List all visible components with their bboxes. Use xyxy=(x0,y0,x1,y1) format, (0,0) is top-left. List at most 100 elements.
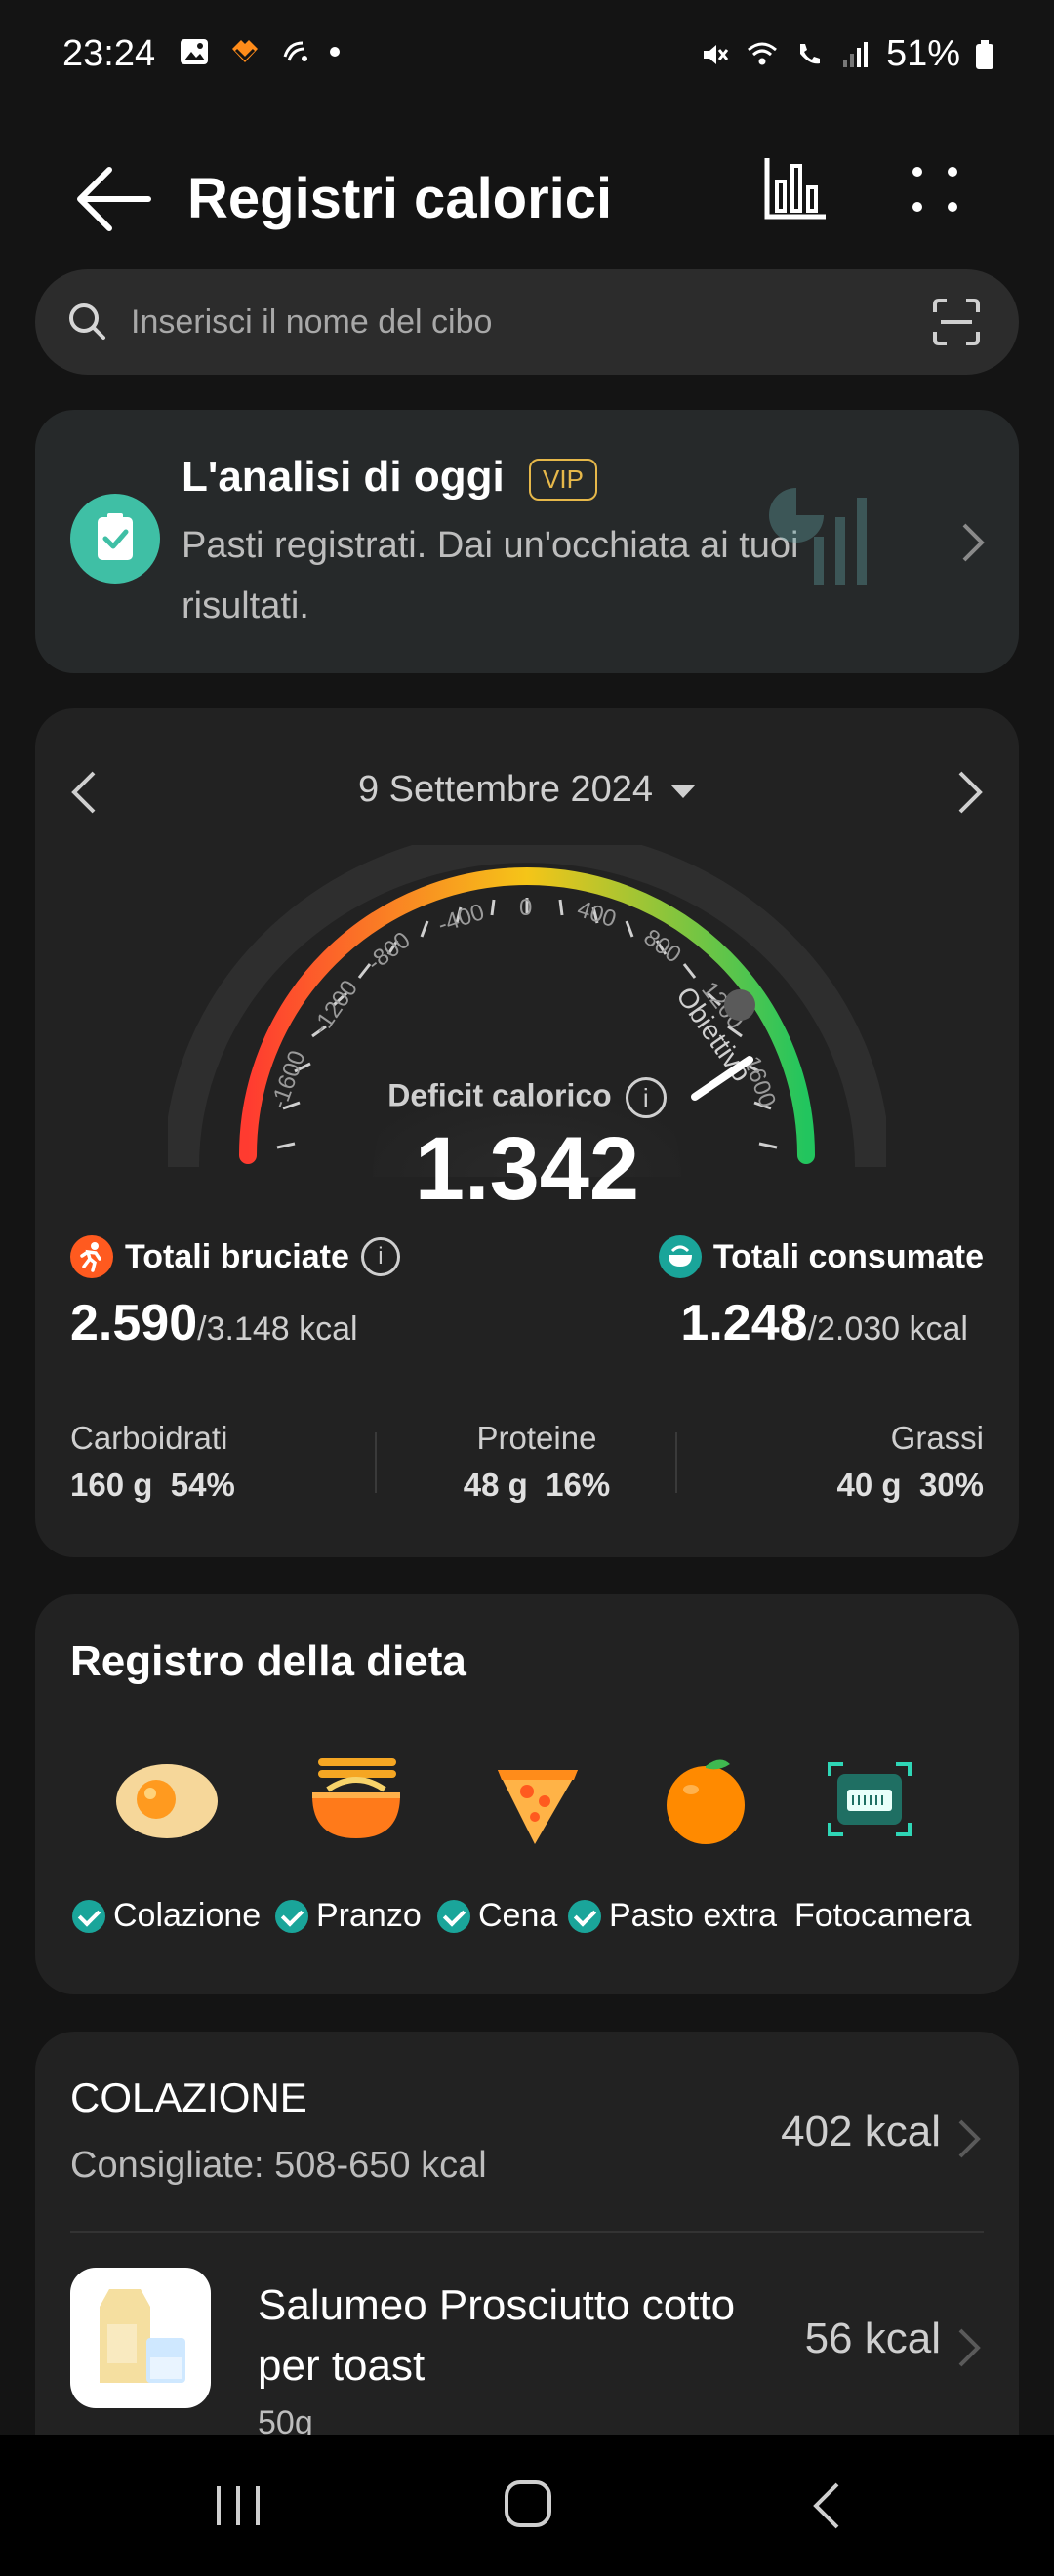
status-system-icons: 51% xyxy=(699,33,995,75)
status-bar: 23:24 51% xyxy=(0,0,1054,107)
camera-scan-icon xyxy=(828,1762,912,1836)
breakfast-chevron-right-icon xyxy=(958,2119,981,2158)
burned-info-icon[interactable]: i xyxy=(360,1237,400,1276)
egg-icon xyxy=(116,1764,218,1838)
diet-log-title: Registro della dieta xyxy=(70,1637,466,1685)
gauge-goal-marker xyxy=(724,989,755,1021)
analysis-chevron-right-icon xyxy=(962,523,985,562)
macro-divider xyxy=(675,1432,677,1493)
macro-fats: Grassi 40 g 30% xyxy=(837,1415,984,1509)
meal-breakfast-label: Colazione xyxy=(72,1897,261,1935)
meal-breakfast-button[interactable] xyxy=(113,1751,221,1853)
bowl-icon xyxy=(658,1235,702,1278)
divider xyxy=(70,2231,984,2233)
pizza-icon xyxy=(498,1770,578,1844)
macro-divider xyxy=(375,1432,377,1493)
wifi-calling-icon xyxy=(799,43,820,63)
meal-camera-label: Fotocamera xyxy=(794,1897,971,1935)
gauge-tick-label: 0 xyxy=(519,895,532,921)
deficit-info-icon[interactable]: i xyxy=(625,1077,667,1118)
totals-labels-row: Totali bruciate i Totali consumate xyxy=(70,1235,984,1284)
macros-row: Carboidrati 160 g 54% Proteine 48 g 16% … xyxy=(70,1415,984,1512)
gallery-icon xyxy=(181,39,208,64)
diet-log-card: Registro della dieta Colazione Pranzo Ce… xyxy=(35,1594,1019,1994)
home-icon[interactable] xyxy=(502,2476,554,2531)
macro-grams: 48 g xyxy=(463,1467,528,1503)
analysis-title: L'analisi di oggi xyxy=(182,453,505,501)
search-input[interactable] xyxy=(131,293,912,351)
macro-pct: 54% xyxy=(170,1467,235,1503)
meal-snack-button[interactable] xyxy=(652,1751,759,1853)
check-icon xyxy=(437,1899,470,1933)
app-header: Registri calorici xyxy=(0,146,1054,254)
burned-value: 2.590 xyxy=(70,1295,198,1351)
meal-label-text: Pasto extra xyxy=(609,1897,777,1934)
burned-label-group: Totali bruciate i xyxy=(70,1235,400,1278)
search-icon xyxy=(69,303,105,340)
noodle-bowl-icon xyxy=(312,1758,400,1838)
next-day-icon[interactable] xyxy=(953,767,988,818)
breakfast-title: COLAZIONE xyxy=(70,2074,307,2120)
search-bar[interactable] xyxy=(35,269,1019,375)
page-title: Registri calorici xyxy=(187,167,613,230)
burned-label: Totali bruciate xyxy=(125,1237,349,1275)
battery-percentage: 51% xyxy=(885,33,960,74)
deficit-value: 1.342 xyxy=(414,1119,640,1219)
burned-goal: /3.148 kcal xyxy=(197,1310,358,1348)
barcode-scan-icon[interactable] xyxy=(931,297,982,347)
check-icon xyxy=(568,1899,601,1933)
today-analysis-card[interactable]: L'analisi di oggi VIP Pasti registrati. … xyxy=(35,410,1019,673)
burned-total: 2.590/3.148 kcal xyxy=(70,1294,358,1352)
breakfast-recommended: Consigliate: 508-650 kcal xyxy=(70,2145,487,2186)
system-navigation-bar xyxy=(0,2435,1054,2576)
check-icon xyxy=(72,1899,105,1933)
wifi-icon xyxy=(747,42,777,64)
date-text: 9 Settembre 2024 xyxy=(357,769,654,810)
macro-grams: 160 g xyxy=(70,1467,153,1503)
analysis-chart-decoration-icon xyxy=(769,488,867,585)
food-kcal: 56 kcal xyxy=(804,2314,941,2362)
status-notification-icons xyxy=(178,35,340,68)
consumed-goal: /2.030 kcal xyxy=(807,1310,968,1348)
app-notification-icon xyxy=(283,41,307,61)
recent-apps-icon[interactable] xyxy=(211,2480,265,2531)
battery-icon xyxy=(976,39,993,69)
macro-grams: 40 g xyxy=(836,1467,902,1503)
macro-name: Grassi xyxy=(890,1420,984,1456)
totals-values-row: 2.590/3.148 kcal 1.248/2.030 kcal xyxy=(70,1294,984,1362)
analysis-clipboard-icon xyxy=(70,494,160,584)
meal-label-text: Fotocamera xyxy=(794,1897,972,1934)
macro-name: Proteine xyxy=(476,1420,597,1456)
meal-snack-label: Pasto extra xyxy=(568,1897,777,1935)
bar-chart-icon[interactable] xyxy=(761,152,831,222)
macro-carbs: Carboidrati 160 g 54% xyxy=(70,1415,235,1509)
meal-label-text: Pranzo xyxy=(316,1897,422,1934)
back-arrow-icon[interactable] xyxy=(70,160,158,238)
meal-lunch-button[interactable] xyxy=(303,1751,410,1853)
heart-app-icon xyxy=(232,40,258,62)
mute-icon xyxy=(703,44,729,64)
more-options-icon[interactable] xyxy=(896,152,974,222)
consumed-value: 1.248 xyxy=(680,1295,808,1351)
running-icon xyxy=(70,1235,113,1278)
orange-icon xyxy=(667,1759,745,1844)
consumed-label-group: Totali consumate xyxy=(658,1235,984,1278)
check-icon xyxy=(275,1899,308,1933)
macro-name: Carboidrati xyxy=(70,1420,228,1456)
macro-pct: 16% xyxy=(546,1467,611,1503)
back-icon[interactable] xyxy=(806,2478,845,2533)
meal-label-text: Cena xyxy=(478,1897,558,1934)
date-selector[interactable]: 9 Settembre 2024 xyxy=(35,769,1019,811)
meal-lunch-label: Pranzo xyxy=(275,1897,422,1935)
consumed-total: 1.248/2.030 kcal xyxy=(680,1294,968,1352)
meal-dinner-button[interactable] xyxy=(484,1751,591,1853)
macro-pct: 30% xyxy=(918,1467,984,1503)
date-dropdown-caret-icon xyxy=(670,784,697,798)
consumed-label: Totali consumate xyxy=(712,1237,984,1275)
calorie-summary-card: 9 Settembre 2024 -1600 -1200 -800 -400 0… xyxy=(35,708,1019,1557)
more-notifications-dot-icon xyxy=(330,47,340,57)
food-chevron-right-icon xyxy=(958,2328,981,2367)
meal-camera-button[interactable] xyxy=(816,1751,923,1853)
gauge-tick-label: 400 xyxy=(574,896,619,933)
macro-protein: Proteine 48 g 16% xyxy=(451,1415,623,1509)
